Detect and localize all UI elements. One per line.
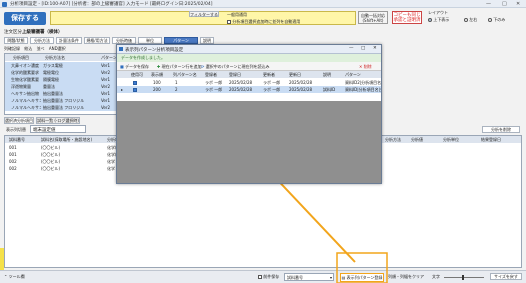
cell: 2025/02/28: [229, 80, 253, 85]
cell: 2025/02/28: [289, 87, 313, 92]
cell: 200: [153, 87, 161, 92]
dialog-maximize[interactable]: □: [361, 46, 365, 51]
dialog-save-text: データを保存: [125, 64, 150, 69]
dialog-close[interactable]: ✕: [373, 46, 377, 51]
col-header[interactable]: 列パターン名: [173, 72, 197, 78]
dialog-title: 表示列パターン分析項目設定: [125, 48, 184, 53]
col-header[interactable]: パターン: [345, 72, 361, 78]
dialog-title-bar: 表示列パターン分析項目設定 — □ ✕: [117, 45, 381, 54]
cell: 2025/02/28: [229, 87, 253, 92]
cell: ラボ 一郎: [205, 87, 223, 92]
cell: 資料ID|分析項目名|分析方: [345, 87, 381, 92]
cell: 試料ID: [323, 87, 336, 92]
dialog-delete-button[interactable]: ✕ 削除: [359, 64, 372, 70]
load-icon: ⟳: [201, 64, 205, 69]
dialog-icon: [119, 47, 123, 51]
cell: 100: [153, 80, 161, 85]
row-checkbox[interactable]: [133, 87, 137, 92]
table-row[interactable]: 100 1 ラボ 一郎 2025/02/28 ラボ 一郎 2025/02/28 …: [117, 79, 381, 86]
dialog-toolbar: ■ データを保存 ✚ 現在パターン行を追加 ⟳ 選択中のパターンに現在列を読込み…: [117, 62, 381, 71]
cell: ラボ 一郎: [263, 87, 281, 92]
dialog-save-button[interactable]: ■ データを保存: [120, 64, 149, 70]
dialog-info-message: データを作成しました。: [117, 54, 381, 62]
save-icon: ■: [120, 64, 124, 69]
pattern-grid-header: 使用可 表示順 列パターン名 登録者 登録日 更新者 更新日 説明 パターン: [117, 71, 381, 78]
cell: 2025/02/28: [289, 80, 313, 85]
col-header[interactable]: 表示順: [151, 72, 163, 78]
dialog-add-text: 現在パターン行を追加: [161, 64, 202, 69]
col-header[interactable]: 更新日: [289, 72, 301, 78]
row-pointer-icon: ▸: [121, 87, 124, 92]
pattern-grid: 使用可 表示順 列パターン名 登録者 登録日 更新者 更新日 説明 パターン 1…: [117, 71, 381, 101]
pattern-dialog: 表示列パターン分析項目設定 — □ ✕ データを作成しました。 ■ データを保存…: [116, 44, 382, 184]
dialog-load-text: 選択中のパターンに現在列を読込み: [205, 64, 270, 69]
app-window: 分析項目設定 - [ID:100-A07] [分析者：部の上級審議官] 入力モー…: [0, 0, 526, 283]
col-header[interactable]: 登録日: [229, 72, 241, 78]
col-header[interactable]: 使用可: [131, 72, 143, 78]
dialog-minimize[interactable]: —: [349, 46, 354, 51]
add-icon: ✚: [157, 64, 161, 69]
dialog-add-row-button[interactable]: ✚ 現在パターン行を追加: [157, 64, 201, 70]
col-header[interactable]: 登録者: [205, 72, 217, 78]
cell: 2: [175, 87, 178, 92]
table-row[interactable]: ▸ 200 2 ラボ 一郎 2025/02/28 ラボ 一郎 2025/02/2…: [117, 86, 381, 93]
cell: 1: [175, 80, 178, 85]
col-header[interactable]: 説明: [323, 72, 331, 78]
dialog-load-button[interactable]: ⟳ 選択中のパターンに現在列を読込み: [201, 64, 269, 70]
col-header[interactable]: 更新者: [263, 72, 275, 78]
row-checkbox[interactable]: [133, 80, 137, 85]
